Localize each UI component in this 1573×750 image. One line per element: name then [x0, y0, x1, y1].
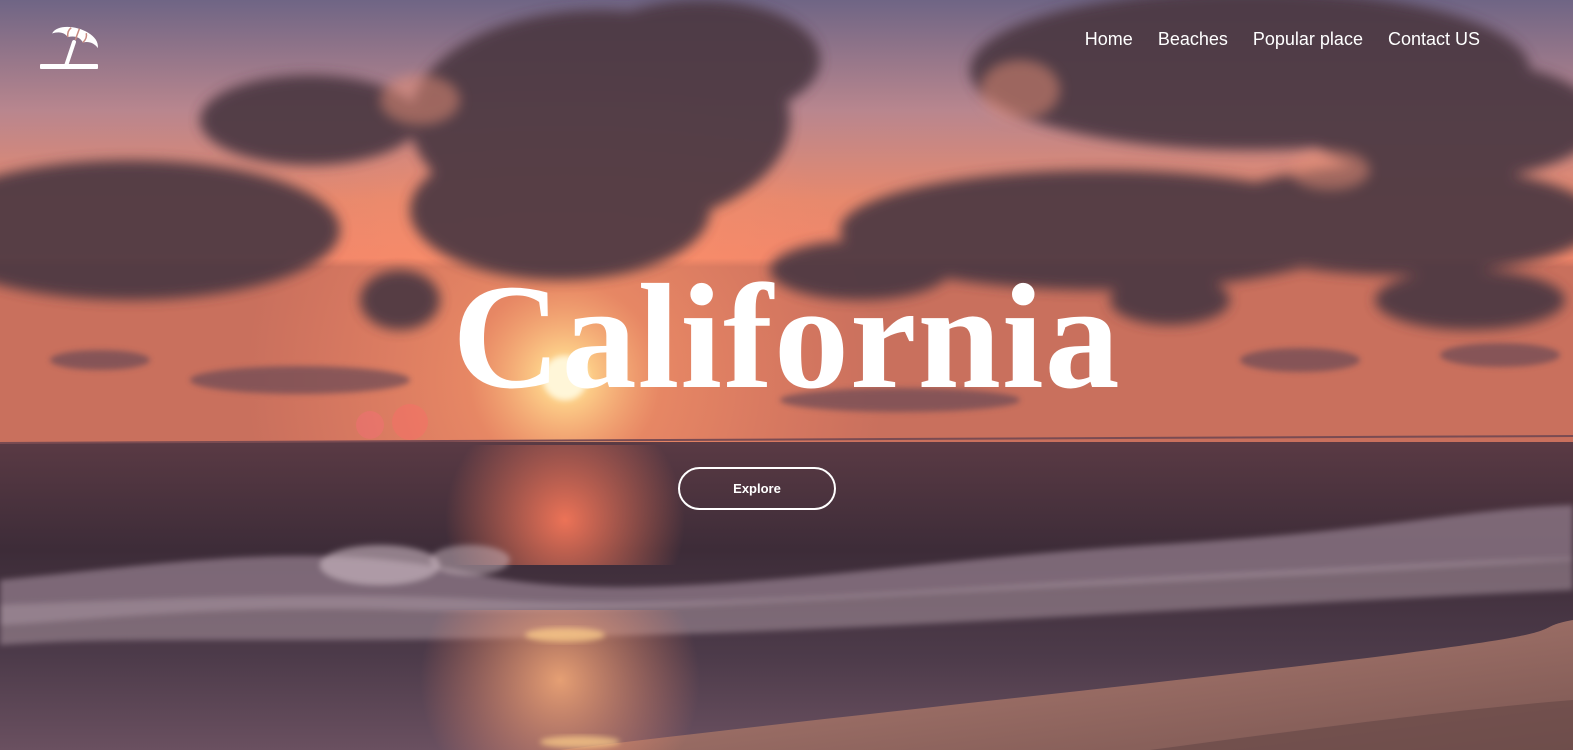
nav-item-beaches[interactable]: Beaches — [1158, 28, 1228, 50]
hero-section: Home Beaches Popular place Contact US Ca… — [0, 0, 1573, 750]
hero-title: California — [452, 254, 1121, 420]
nav-item-popular-place[interactable]: Popular place — [1253, 28, 1363, 50]
nav-item-contact-us[interactable]: Contact US — [1388, 28, 1480, 50]
nav-item-home[interactable]: Home — [1085, 28, 1133, 50]
beach-umbrella-icon — [40, 26, 98, 69]
logo[interactable] — [38, 18, 104, 74]
explore-button[interactable]: Explore — [678, 467, 836, 510]
main-nav: Home Beaches Popular place Contact US — [1085, 28, 1480, 50]
